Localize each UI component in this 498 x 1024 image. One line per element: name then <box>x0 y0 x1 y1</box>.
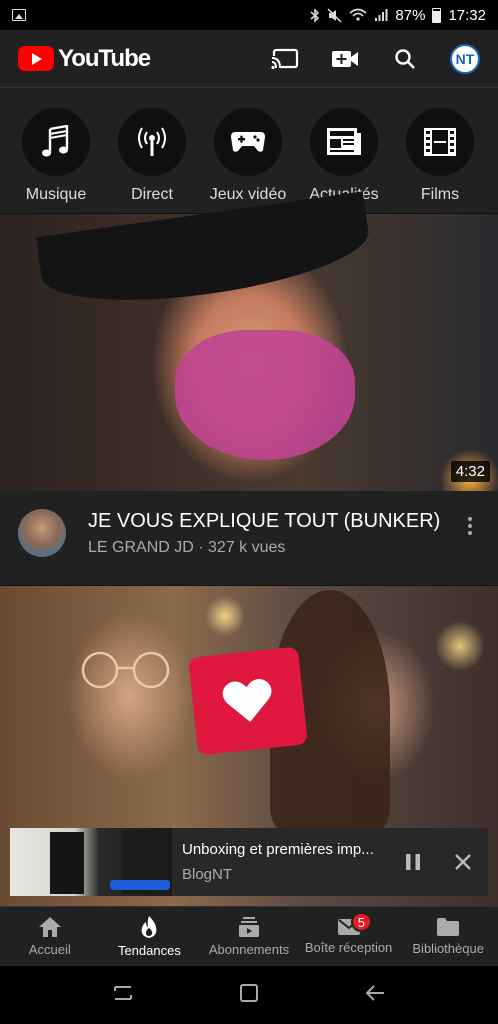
category-label: Direct <box>131 186 173 203</box>
nav-label: Bibliothèque <box>412 941 484 956</box>
search-button[interactable] <box>390 44 420 74</box>
nav-inbox[interactable]: 5 Boîte réception <box>299 907 399 966</box>
mini-player-thumbnail[interactable] <box>10 828 172 896</box>
nav-library[interactable]: Bibliothèque <box>398 907 498 966</box>
nav-label: Boîte réception <box>304 940 393 955</box>
mini-player-title[interactable]: Unboxing et premières imp... <box>182 841 388 858</box>
thumbnail-blue-shape <box>110 880 170 890</box>
close-icon <box>455 854 471 870</box>
flame-icon <box>142 916 157 938</box>
video-camera-icon <box>332 50 358 67</box>
thumbnail-glasses-shape <box>81 651 170 689</box>
category-music[interactable]: Musique <box>8 108 104 213</box>
signal-icon <box>375 9 388 21</box>
video-duration: 4:32 <box>450 461 490 482</box>
home-icon <box>38 917 61 937</box>
mute-icon <box>327 7 342 23</box>
recent-apps-icon <box>114 985 133 1000</box>
mini-player-channel: BlogNT <box>182 866 233 883</box>
search-icon <box>395 48 415 69</box>
youtube-logo[interactable]: YouTube <box>18 44 151 73</box>
video-channel-views: LE GRAND JD · 327 k vues <box>88 539 286 556</box>
film-strip-icon <box>406 108 474 176</box>
home-system-button[interactable] <box>239 983 259 1008</box>
pause-button[interactable] <box>388 842 438 882</box>
live-broadcast-icon <box>118 108 186 176</box>
category-label: Films <box>420 186 460 203</box>
nav-label: Tendances <box>117 943 181 958</box>
nav-trending[interactable]: Tendances <box>100 907 200 966</box>
nav-label: Abonnements <box>208 942 290 957</box>
more-options-icon[interactable] <box>460 509 480 585</box>
cast-icon <box>271 48 299 70</box>
heart-card-icon <box>188 646 308 756</box>
subscriptions-icon <box>238 917 259 937</box>
cast-button[interactable] <box>270 44 300 74</box>
category-label: Jeux vidéo <box>209 186 287 203</box>
bluetooth-icon <box>310 7 320 23</box>
status-bar: 87% 17:32 <box>0 0 498 30</box>
thumbnail-beard-shape <box>175 330 355 460</box>
back-arrow-icon <box>365 984 384 1001</box>
video-title[interactable]: JE VOUS EXPLIQUE TOUT (BUNKER) <box>88 509 460 533</box>
youtube-play-icon <box>18 46 54 71</box>
mini-player[interactable]: Unboxing et premières imp... BlogNT <box>10 828 488 896</box>
gallery-notification-icon <box>12 9 26 21</box>
category-live[interactable]: Direct <box>104 108 200 213</box>
close-button[interactable] <box>438 842 488 882</box>
newspaper-icon <box>310 108 378 176</box>
app-header: YouTube NT <box>0 30 498 87</box>
system-navigation-bar <box>0 966 498 1024</box>
category-label: Musique <box>25 186 87 203</box>
back-button[interactable] <box>364 984 386 1007</box>
pause-icon <box>406 854 420 870</box>
gamepad-icon <box>214 108 282 176</box>
category-bar: Musique Direct Jeux vidéo Actualités Fil… <box>0 87 498 213</box>
recent-apps-button[interactable] <box>112 984 134 1007</box>
nav-subscriptions[interactable]: Abonnements <box>199 907 299 966</box>
music-note-icon <box>22 108 90 176</box>
nav-label: Accueil <box>28 942 71 957</box>
upload-button[interactable] <box>330 44 360 74</box>
thumbnail-box-shape <box>50 832 84 894</box>
bottom-navigation: Accueil Tendances Abonnements 5 Boîte ré… <box>0 906 498 966</box>
nav-home[interactable]: Accueil <box>0 907 100 966</box>
clock: 17:32 <box>448 6 486 24</box>
category-films[interactable]: Films <box>392 108 488 213</box>
folder-icon <box>437 918 460 936</box>
account-avatar[interactable]: NT <box>450 43 480 74</box>
category-gaming[interactable]: Jeux vidéo <box>200 108 296 213</box>
channel-avatar[interactable] <box>18 509 66 557</box>
home-square-icon <box>239 983 258 1002</box>
notification-badge: 5 <box>350 912 373 932</box>
logo-text: YouTube <box>58 44 151 72</box>
battery-icon <box>432 7 442 23</box>
wifi-icon <box>349 8 367 21</box>
video-meta: JE VOUS EXPLIQUE TOUT (BUNKER) LE GRAND … <box>0 491 498 585</box>
battery-percent: 87% <box>395 6 426 24</box>
